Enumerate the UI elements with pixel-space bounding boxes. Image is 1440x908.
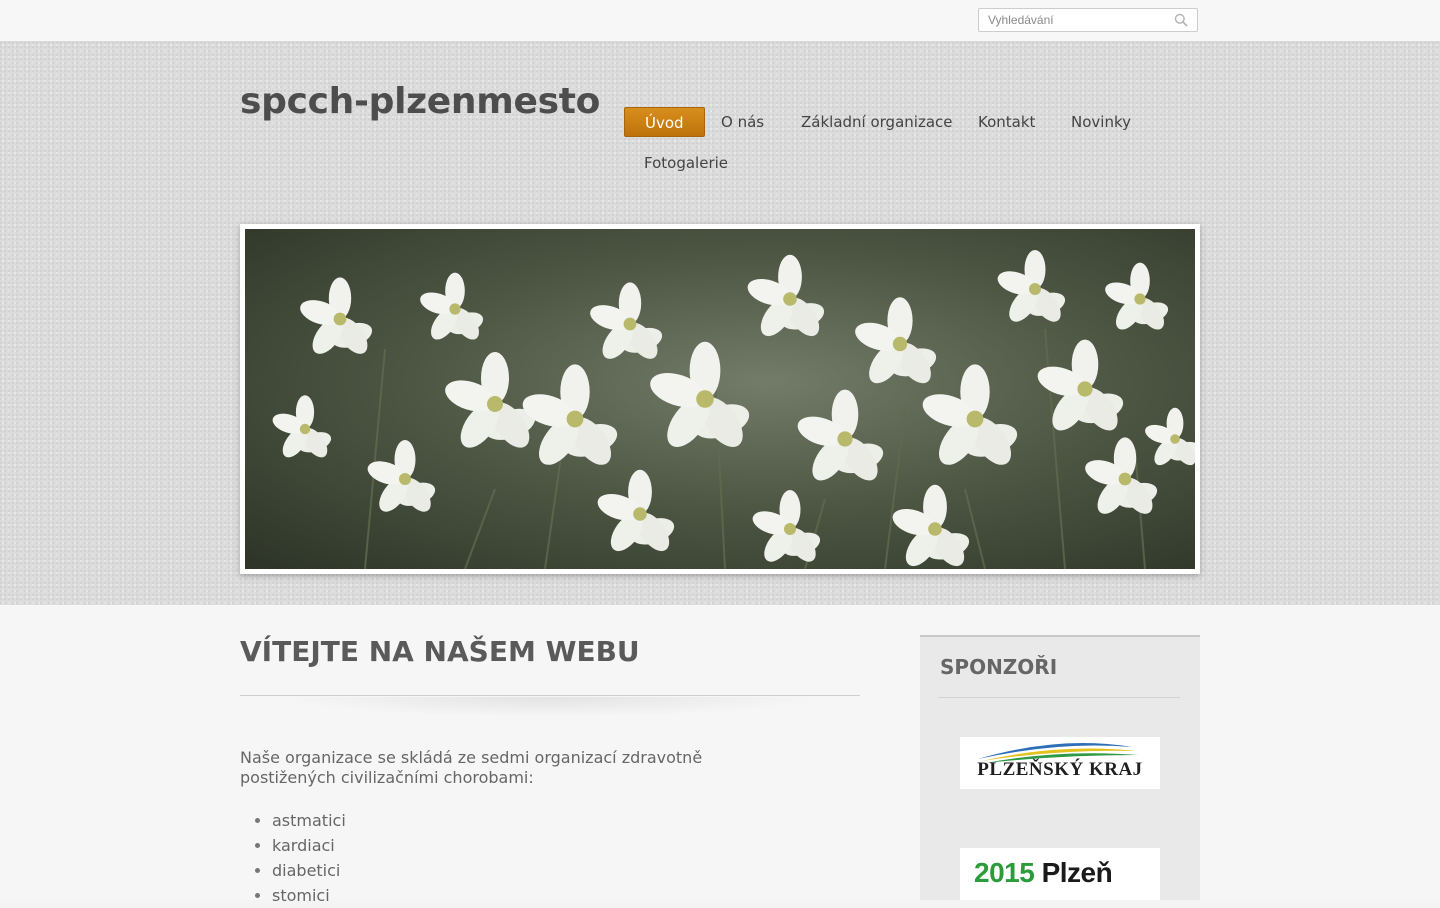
- divider-shadow: [280, 697, 820, 717]
- page-heading: VÍTEJTE NA NAŠEM WEBU: [240, 635, 640, 668]
- nav-item-novinky[interactable]: Novinky: [1051, 107, 1151, 137]
- sponsor-year: 2015: [974, 857, 1035, 888]
- list-item: stomici: [272, 883, 346, 908]
- sponsor-name: PLZEŇSKÝ KRAJ: [977, 759, 1143, 780]
- nav-item-o-nas[interactable]: O nás: [701, 107, 784, 137]
- heading-divider: [240, 695, 860, 696]
- nav-item-kontakt[interactable]: Kontakt: [958, 107, 1055, 137]
- content-area: VÍTEJTE NA NAŠEM WEBU Naše organizace se…: [0, 605, 1440, 905]
- sidebar-divider: [938, 697, 1180, 698]
- sponsor-logo-plzensky-kraj[interactable]: PLZEŇSKÝ KRAJ: [960, 737, 1160, 789]
- hero-flowers-photo: [245, 229, 1195, 569]
- sidebar-heading: SPONZOŘI: [940, 655, 1058, 679]
- search-box[interactable]: [978, 8, 1198, 32]
- site-title[interactable]: spcch-plzenmesto: [240, 81, 600, 122]
- nav-item-fotogalerie[interactable]: Fotogalerie: [624, 148, 748, 178]
- site-header: spcch-plzenmesto Úvod O nás Základní org…: [0, 42, 1440, 605]
- organization-list: astmatici kardiaci diabetici stomici: [240, 808, 346, 908]
- sponsor-logo-plzen-2015[interactable]: 2015 Plzeň: [960, 848, 1160, 900]
- sponsor-name: 2015 Plzeň: [974, 857, 1113, 889]
- list-item: diabetici: [272, 858, 346, 883]
- search-icon[interactable]: [1174, 13, 1188, 27]
- nav-item-uvod[interactable]: Úvod: [624, 107, 705, 137]
- hero-image-frame: [240, 224, 1200, 574]
- top-bar: [0, 0, 1440, 42]
- search-input[interactable]: [979, 9, 1187, 31]
- list-item: astmatici: [272, 808, 346, 833]
- nav-item-zakladni-organizace[interactable]: Základní organizace: [781, 107, 973, 137]
- sponsor-city: Plzeň: [1041, 857, 1113, 888]
- list-item: kardiaci: [272, 833, 346, 858]
- intro-text: Naše organizace se skládá ze sedmi organ…: [240, 748, 703, 787]
- sponsors-sidebar: SPONZOŘI PLZEŇSKÝ KRAJ 2015 Plzeň: [920, 635, 1200, 900]
